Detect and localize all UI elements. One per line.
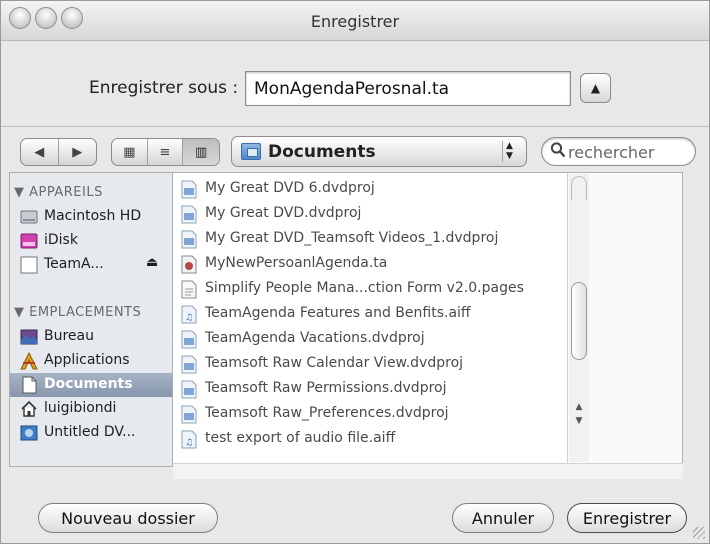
file-row[interactable]: Teamsoft Raw_Preferences.dvdproj <box>173 402 567 426</box>
view-columns-button[interactable]: ▥ <box>183 139 219 165</box>
sidebar-item-macintosh-hd[interactable]: Macintosh HD <box>10 205 172 229</box>
save-dialog: Enregistrer Enregistrer sous : ▲ ◀ ▶ ▦ ≡… <box>0 0 710 544</box>
dvdproj-icon <box>181 355 197 374</box>
list-view-icon: ≡ <box>159 144 171 160</box>
expand-dialog-button[interactable]: ▲ <box>580 73 611 103</box>
back-arrow-icon: ◀ <box>34 144 45 160</box>
audio-icon: ♫ <box>181 430 197 449</box>
horizontal-scrollbar[interactable] <box>173 463 683 479</box>
save-as-label: Enregistrer sous : <box>89 78 239 98</box>
filename-input[interactable] <box>245 71 571 106</box>
sidebar-item-teama[interactable]: TeamA... ⏏ <box>10 253 172 277</box>
idisk-icon <box>20 232 38 250</box>
file-row[interactable]: My Great DVD 6.dvdproj <box>173 177 567 201</box>
eject-icon[interactable]: ⏏ <box>146 255 158 270</box>
new-folder-button[interactable]: Nouveau dossier <box>38 503 218 533</box>
back-button[interactable]: ◀ <box>21 139 59 165</box>
forward-arrow-icon: ▶ <box>72 144 83 160</box>
dvdproj-icon <box>181 180 197 199</box>
vertical-scrollbar[interactable]: ▲ ▼ <box>569 174 589 462</box>
svg-text:♫: ♫ <box>185 313 193 323</box>
sidebar-item-applications[interactable]: Applications <box>10 349 172 373</box>
applications-icon <box>20 351 38 370</box>
magnifier-icon <box>550 141 566 164</box>
file-list: My Great DVD 6.dvdproj My Great DVD.dvdp… <box>173 172 683 467</box>
scroll-thumb[interactable] <box>571 282 587 360</box>
cancel-button[interactable]: Annuler <box>452 503 554 533</box>
sidebar-item-untitled-dvd[interactable]: Untitled DV... <box>10 421 172 445</box>
icon-view-icon: ▦ <box>123 144 136 160</box>
save-button[interactable]: Enregistrer <box>567 503 687 533</box>
file-row[interactable]: My Great DVD.dvdproj <box>173 202 567 226</box>
file-row[interactable]: Teamsoft Raw Calendar View.dvdproj <box>173 352 567 376</box>
file-row[interactable]: Teamsoft Raw Permissions.dvdproj <box>173 377 567 401</box>
dvdproj-icon <box>181 330 197 349</box>
back-forward-control: ◀ ▶ <box>20 138 97 166</box>
file-row[interactable]: TeamAgenda Vacations.dvdproj <box>173 327 567 351</box>
scroll-down-arrow-icon[interactable]: ▼ <box>573 416 585 428</box>
sidebar-heading-places: ▼ EMPLACEMENTS <box>14 305 142 320</box>
window-title: Enregistrer <box>310 12 400 31</box>
location-label: Documents <box>268 142 376 162</box>
sidebar-heading-devices: ▼ APPAREILS <box>14 185 103 200</box>
search-field[interactable]: rechercher <box>541 137 696 166</box>
sidebar-item-documents[interactable]: Documents <box>10 373 172 397</box>
ta-file-icon <box>181 255 197 274</box>
title-bar[interactable]: Enregistrer <box>1 1 709 41</box>
sidebar-item-luigibiondi[interactable]: luigibiondi <box>10 397 172 421</box>
popup-arrows-icon: ▲ ▼ <box>502 141 518 162</box>
documents-folder-icon <box>241 143 261 160</box>
dvdproj-icon <box>181 405 197 424</box>
view-mode-control: ▦ ≡ ▥ <box>111 138 220 166</box>
view-list-button[interactable]: ≡ <box>148 139 184 165</box>
dvdproj-icon <box>181 380 197 399</box>
sidebar: ▼ APPAREILS Macintosh HD iDisk TeamA... … <box>9 172 173 467</box>
file-row[interactable]: ♫ test export of audio file.aiff <box>173 427 567 451</box>
file-row[interactable]: My Great DVD_Teamsoft Videos_1.dvdproj <box>173 227 567 251</box>
dvdproj-icon <box>181 230 197 249</box>
column-view-icon: ▥ <box>195 144 208 160</box>
hard-drive-icon <box>20 208 38 226</box>
forward-button[interactable]: ▶ <box>59 139 97 165</box>
sidebar-item-idisk[interactable]: iDisk <box>10 229 172 253</box>
location-popup[interactable]: Documents ▲ ▼ <box>231 136 527 167</box>
view-icons-button[interactable]: ▦ <box>112 139 148 165</box>
scroll-up-arrow-icon[interactable]: ▲ <box>573 402 585 414</box>
file-row[interactable]: ♫ TeamAgenda Features and Benfits.aiff <box>173 302 567 326</box>
audio-icon: ♫ <box>181 305 197 324</box>
search-placeholder: rechercher <box>568 143 655 162</box>
separator <box>1 126 709 127</box>
file-row[interactable]: Simplify People Mana...ction Form v2.0.p… <box>173 277 567 301</box>
documents-icon <box>20 376 38 394</box>
disk-icon <box>20 256 38 274</box>
svg-text:♫: ♫ <box>185 438 193 448</box>
desktop-icon <box>20 328 38 346</box>
sidebar-item-bureau[interactable]: Bureau <box>10 325 172 349</box>
resize-grip-icon[interactable] <box>693 527 705 539</box>
pages-icon <box>181 280 197 299</box>
dvd-icon <box>20 424 38 442</box>
file-row[interactable]: MyNewPersoanlAgenda.ta <box>173 252 567 276</box>
home-icon <box>20 400 38 418</box>
dvdproj-icon <box>181 205 197 224</box>
scroll-track <box>571 176 587 200</box>
